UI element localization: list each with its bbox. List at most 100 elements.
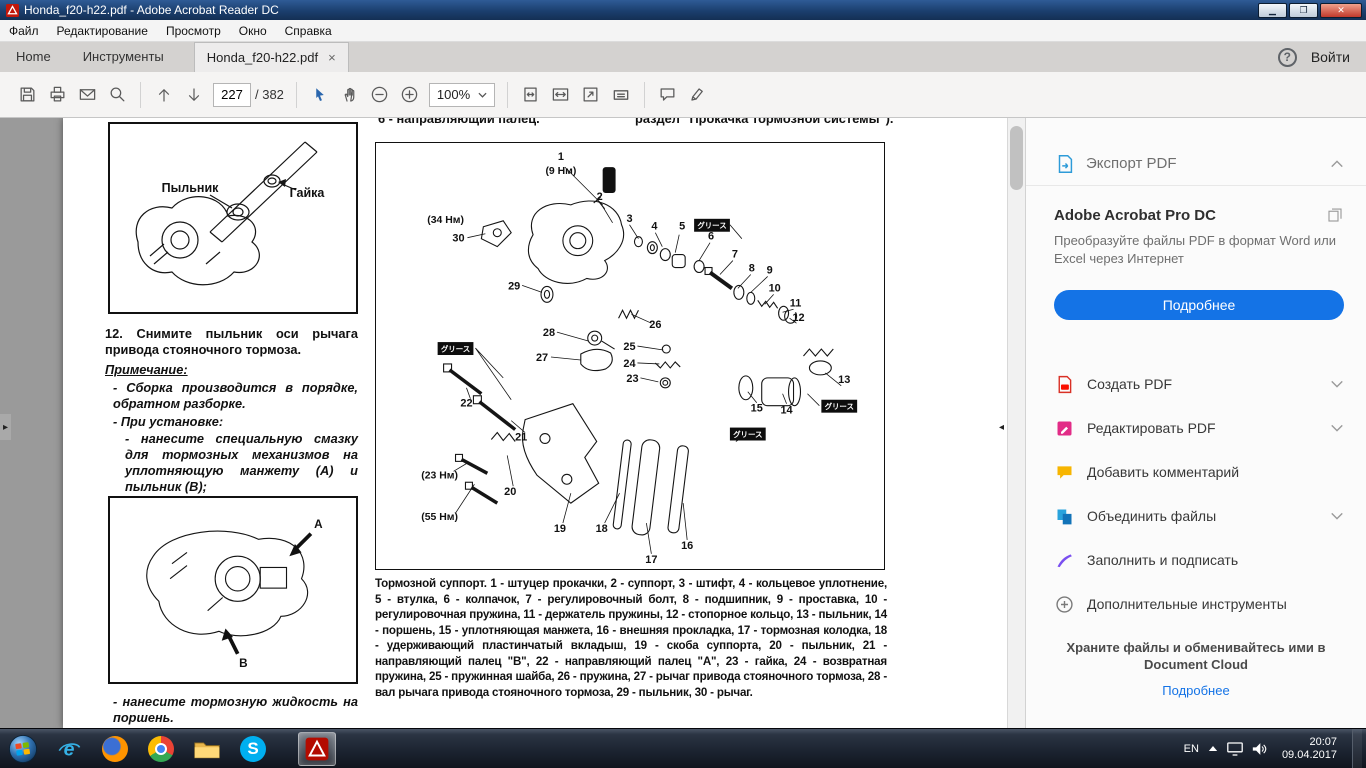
vertical-scrollbar[interactable] <box>1007 118 1025 728</box>
learn-more-button[interactable]: Подробнее <box>1054 290 1344 320</box>
taskbar-acrobat-active[interactable] <box>298 731 336 766</box>
callout-20: 20 <box>504 486 516 498</box>
fullscreen-button[interactable] <box>576 80 606 110</box>
callout-26: 26 <box>649 319 661 331</box>
language-indicator[interactable]: EN <box>1184 743 1199 755</box>
svg-text:e: e <box>64 738 75 760</box>
tab-document[interactable]: Honda_f20-h22.pdf × <box>193 42 349 72</box>
grease-tags: グリース グリース グリース グリース <box>437 218 858 441</box>
minus-circle-icon <box>372 86 388 103</box>
label-nut: Гайка <box>290 186 326 200</box>
page-number-input[interactable] <box>213 82 251 107</box>
callout-6: 6 <box>708 231 714 243</box>
taskbar-explorer[interactable] <box>188 732 226 766</box>
tab-home[interactable]: Home <box>0 42 67 72</box>
note-last: - нанесите тормозную жидкость на поршень… <box>113 694 358 725</box>
panel-item-more-tools[interactable]: Дополнительные инструменты <box>1026 582 1366 626</box>
callout-28: 28 <box>543 327 555 339</box>
zoom-in-button[interactable] <box>395 80 425 110</box>
close-button[interactable]: ✕ <box>1320 2 1362 18</box>
label-boot: Пыльник <box>162 181 220 195</box>
display-tray-icon[interactable] <box>1227 741 1243 756</box>
menu-file[interactable]: Файл <box>0 24 48 38</box>
zoom-out-button[interactable] <box>365 80 395 110</box>
chevron-down-icon[interactable] <box>1330 423 1344 433</box>
panel-item-combine-files[interactable]: Объединить файлы <box>1026 494 1366 538</box>
panel-item-edit-pdf[interactable]: Редактировать PDF <box>1026 406 1366 450</box>
callout-16: 16 <box>681 540 693 552</box>
help-icon[interactable]: ? <box>1277 47 1297 67</box>
more-tools-label: Дополнительные инструменты <box>1087 596 1287 612</box>
panel-item-add-comment[interactable]: Добавить комментарий <box>1026 450 1366 494</box>
note-line-1: - Сборка производится в порядке, обратно… <box>113 380 358 411</box>
workspace: 6 - направляющий палец. раздел "Прокачка… <box>0 118 1366 728</box>
volume-tray-icon[interactable] <box>1252 742 1267 756</box>
taskbar-internet-explorer[interactable]: e <box>50 732 88 766</box>
search-button[interactable] <box>102 80 132 110</box>
hand-tool-button[interactable] <box>335 80 365 110</box>
zoom-level-select[interactable]: 100% <box>428 82 495 107</box>
panel-items: Создать PDF Редактировать PDF Добавить к… <box>1026 362 1366 626</box>
panel-item-export-pdf[interactable]: Экспорт PDF <box>1026 142 1366 186</box>
callout-30: 30 <box>452 233 464 245</box>
pages-icon <box>1328 208 1342 222</box>
comment-button[interactable] <box>653 80 683 110</box>
right-pane-toggle[interactable]: ◂ <box>996 414 1007 440</box>
export-pdf-icon <box>1058 154 1073 173</box>
note-line-3: - нанесите специальную смазку для тормоз… <box>125 431 358 494</box>
minimize-button[interactable]: ▁ <box>1258 2 1287 18</box>
acrobat-app-icon <box>6 3 19 17</box>
maximize-button[interactable]: ❐ <box>1289 2 1318 18</box>
edit-pdf-label: Редактировать PDF <box>1087 420 1216 436</box>
caliper-ab-drawing: A B <box>146 518 323 670</box>
sign-in-button[interactable]: Войти <box>1311 49 1350 65</box>
callout-11: 11 <box>790 297 802 309</box>
actual-size-button[interactable] <box>516 80 546 110</box>
menu-window[interactable]: Окно <box>230 24 276 38</box>
firefox-icon <box>102 735 128 762</box>
taskbar-skype[interactable]: S <box>234 732 272 766</box>
footer-learn-more-link[interactable]: Подробнее <box>1162 683 1229 698</box>
grease-tag-4: グリース <box>733 429 762 439</box>
email-button[interactable] <box>72 80 102 110</box>
print-button[interactable] <box>42 80 72 110</box>
callout-9: 9 <box>767 264 773 276</box>
panel-item-create-pdf[interactable]: Создать PDF <box>1026 362 1366 406</box>
toolbar: / 382 100% <box>0 72 1366 118</box>
step-12-text: 12. Снимите пыльник оси рычага привода с… <box>105 326 358 357</box>
menu-edit[interactable]: Редактирование <box>48 24 157 38</box>
menu-help[interactable]: Справка <box>276 24 341 38</box>
window-title: Honda_f20-h22.pdf - Adobe Acrobat Reader… <box>24 3 279 17</box>
acrobat-icon <box>305 737 329 760</box>
reading-mode-button[interactable] <box>606 80 636 110</box>
callout-17: 17 <box>645 554 657 566</box>
taskbar-chrome[interactable] <box>142 732 180 766</box>
callout-5: 5 <box>679 221 685 233</box>
next-page-button[interactable] <box>179 80 209 110</box>
callout-14: 14 <box>780 405 793 417</box>
chevron-up-icon[interactable] <box>1330 159 1344 169</box>
tab-tools[interactable]: Инструменты <box>67 42 180 72</box>
chevron-down-icon[interactable] <box>1330 379 1344 389</box>
taskbar-clock[interactable]: 20:07 09.04.2017 <box>1282 736 1337 762</box>
callout-22: 22 <box>460 398 472 410</box>
label-b: B <box>239 657 247 670</box>
show-desktop-button[interactable] <box>1352 728 1362 768</box>
start-button[interactable] <box>4 732 42 766</box>
callout-10: 10 <box>769 282 781 294</box>
panel-item-fill-sign[interactable]: Заполнить и подписать <box>1026 538 1366 582</box>
tab-close-icon[interactable]: × <box>328 50 336 65</box>
create-pdf-icon <box>1058 375 1072 393</box>
scrollbar-thumb[interactable] <box>1010 126 1023 190</box>
select-tool-button[interactable] <box>305 80 335 110</box>
taskbar-firefox[interactable] <box>96 732 134 766</box>
previous-page-button[interactable] <box>149 80 179 110</box>
menu-view[interactable]: Просмотр <box>157 24 230 38</box>
highlight-button[interactable] <box>683 80 713 110</box>
tray-expand-icon[interactable] <box>1208 745 1218 752</box>
fit-width-button[interactable] <box>546 80 576 110</box>
chevron-down-icon[interactable] <box>1330 511 1344 521</box>
taskbar: e S EN 20:07 09.04.2017 <box>0 728 1366 768</box>
save-button[interactable] <box>12 80 42 110</box>
left-pane-toggle[interactable]: ▸ <box>0 414 11 440</box>
